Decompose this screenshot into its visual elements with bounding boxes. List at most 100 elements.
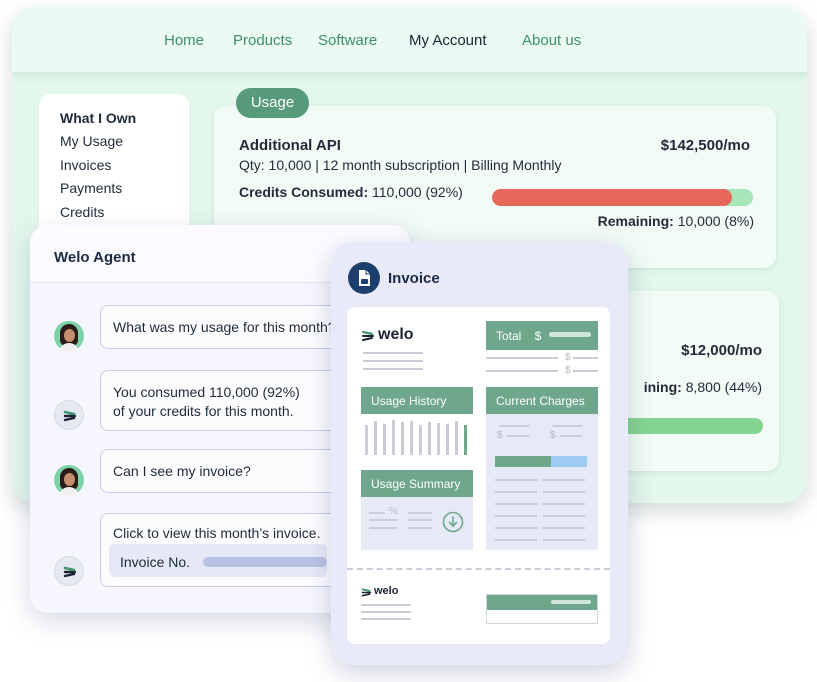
usage-history-bar xyxy=(419,425,422,455)
usage-history-bar xyxy=(392,420,395,455)
product-price: $142,500/mo xyxy=(660,137,750,154)
chat-message-text: What was my usage for this month? xyxy=(113,319,336,335)
charges-bar-blue xyxy=(551,456,587,467)
usage-history-bar xyxy=(365,425,368,455)
nav-software[interactable]: Software xyxy=(318,32,377,49)
placeholder-line xyxy=(363,360,423,362)
nav-products[interactable]: Products xyxy=(233,32,292,49)
placeholder-line xyxy=(507,435,529,437)
percent-sign: % xyxy=(389,506,398,517)
total-label: Total xyxy=(496,329,522,343)
placeholder-line xyxy=(495,479,537,481)
placeholder-line xyxy=(543,515,585,517)
usage-tab-pill[interactable]: Usage xyxy=(236,88,309,118)
usage-history-bar xyxy=(428,422,431,455)
chat-message-text: Can I see my invoice? xyxy=(113,463,251,479)
nav-about-us[interactable]: About us xyxy=(522,32,581,49)
invoice-brand-small: welo xyxy=(374,585,399,597)
placeholder-line xyxy=(408,512,432,514)
placeholder-line xyxy=(408,519,432,521)
placeholder-line xyxy=(543,479,585,481)
usage-card-second: $12,000/mo ining: 8,800 (44%) xyxy=(608,291,779,471)
usage-history-bar xyxy=(383,424,386,455)
usage-history-bar xyxy=(437,423,440,455)
download-icon[interactable] xyxy=(442,511,464,533)
usage-history-header: Usage History xyxy=(361,387,473,414)
placeholder-line xyxy=(408,527,432,529)
dollar-sign: $ xyxy=(565,365,571,376)
user-avatar xyxy=(54,321,84,351)
placeholder-line xyxy=(361,618,411,620)
summary-total-box xyxy=(486,594,598,624)
credits-consumed-label: Credits Consumed: xyxy=(239,184,369,200)
placeholder-line xyxy=(543,527,585,529)
total-value-placeholder xyxy=(549,332,591,337)
nav-my-account[interactable]: My Account xyxy=(409,32,487,49)
placeholder-line xyxy=(486,370,558,372)
invoice-number-field[interactable]: Invoice No. xyxy=(109,544,327,577)
usage-history-bar xyxy=(455,421,458,455)
placeholder-line xyxy=(369,519,397,521)
usage-summary-header: Usage Summary xyxy=(361,470,473,497)
top-nav-bar: Home Products Software My Account About … xyxy=(12,6,807,73)
placeholder-line xyxy=(552,425,582,427)
chat-title: Welo Agent xyxy=(54,249,136,266)
placeholder-line xyxy=(495,515,537,517)
invoice-divider xyxy=(347,568,610,570)
dollar-sign: $ xyxy=(565,352,571,363)
credits-remaining-2: ining: 8,800 (44%) xyxy=(644,379,762,395)
placeholder-line xyxy=(361,604,411,606)
invoice-document[interactable]: welo Total $ $ $ Usage History Current C… xyxy=(347,307,610,644)
placeholder-line xyxy=(573,370,598,372)
product-title: Additional API xyxy=(239,137,341,154)
invoice-title: Invoice xyxy=(388,270,440,287)
usage-history-bar xyxy=(410,421,413,455)
total-currency: $ xyxy=(534,329,542,343)
sidebar-item-what-i-own[interactable]: What I Own xyxy=(60,110,136,126)
credits-progress-bar xyxy=(492,189,753,206)
placeholder-line xyxy=(369,512,385,514)
placeholder-line xyxy=(543,491,585,493)
dollar-sign: $ xyxy=(497,430,503,441)
credits-remaining-2-label: ining: xyxy=(643,379,682,395)
current-charges-header: Current Charges xyxy=(486,387,598,414)
placeholder-line xyxy=(573,357,598,359)
placeholder-line xyxy=(369,527,397,529)
usage-history-bar xyxy=(464,425,467,455)
usage-history-bar xyxy=(401,422,404,455)
invoice-document-icon xyxy=(348,262,380,294)
credits-consumed: Credits Consumed: 110,000 (92%) xyxy=(239,184,463,200)
placeholder-line xyxy=(363,352,423,354)
credits-remaining-value: 10,000 (8%) xyxy=(677,213,754,229)
nav-home[interactable]: Home xyxy=(164,32,204,49)
product-price-2: $12,000/mo xyxy=(681,342,762,359)
placeholder-line xyxy=(499,425,529,427)
credits-remaining-label: Remaining: xyxy=(597,213,674,229)
sidebar-item-payments[interactable]: Payments xyxy=(60,180,122,196)
placeholder-line xyxy=(495,527,537,529)
user-avatar xyxy=(54,465,84,495)
placeholder-line xyxy=(543,539,585,541)
usage-history-bar xyxy=(374,421,377,455)
invoice-panel: Invoice welo Total $ $ $ Usage History C… xyxy=(331,242,628,665)
chat-message-text: Click to view this month’s invoice. xyxy=(113,525,321,541)
usage-history-bar xyxy=(446,424,449,455)
invoice-number-label: Invoice No. xyxy=(120,554,191,570)
invoice-brand: welo xyxy=(378,326,414,343)
credits-progress-fill xyxy=(492,189,733,206)
placeholder-line xyxy=(543,503,585,505)
credits-consumed-value: 110,000 (92%) xyxy=(372,184,463,200)
sidebar-item-invoices[interactable]: Invoices xyxy=(60,157,111,173)
dollar-sign: $ xyxy=(550,430,556,441)
credits-remaining-2-value: 8,800 (44%) xyxy=(685,379,762,395)
invoice-number-placeholder xyxy=(203,557,327,567)
credits-remaining: Remaining: 10,000 (8%) xyxy=(598,213,754,229)
credits-progress-bar-2 xyxy=(608,418,763,434)
sidebar-item-credits[interactable]: Credits xyxy=(60,204,104,220)
placeholder-line xyxy=(486,357,558,359)
product-subtitle: Qty: 10,000 | 12 month subscription | Bi… xyxy=(239,157,562,173)
placeholder-line xyxy=(495,491,537,493)
welo-logo-icon xyxy=(361,588,372,597)
placeholder-line xyxy=(495,503,537,505)
sidebar-item-my-usage[interactable]: My Usage xyxy=(60,133,123,149)
